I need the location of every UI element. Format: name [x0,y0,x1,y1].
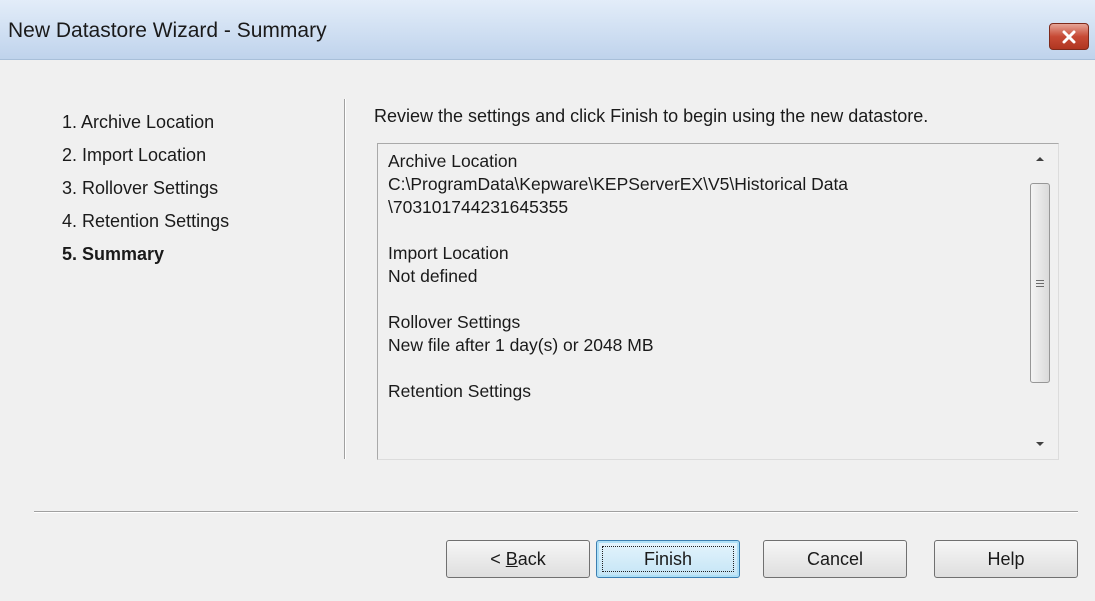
archive-location-path-line1: C:\ProgramData\Kepware\KEPServerEX\V5\Hi… [388,174,849,194]
instruction-text: Review the settings and click Finish to … [374,106,929,126]
summary-content: Archive Location C:\ProgramData\Kepware\… [388,150,848,403]
step-retention-settings: 4. Retention Settings [62,211,230,231]
rollover-settings-heading: Rollover Settings [388,312,521,332]
step-archive-location: 1. Archive Location [62,112,215,132]
import-location-value: Not defined [388,266,478,286]
help-label: Help [987,548,1025,569]
back-button[interactable]: < Back [446,540,590,578]
step-summary: 5. Summary [62,244,165,264]
summary-text-box[interactable]: Archive Location C:\ProgramData\Kepware\… [377,143,1059,460]
back-label-rest: ack [517,548,546,569]
window-title: New Datastore Wizard - Summary [8,19,327,42]
arrow-down-icon [1036,442,1044,446]
scroll-up-button[interactable] [1022,144,1058,174]
vertical-scrollbar[interactable] [1022,144,1058,459]
archive-location-path-line2: \703101744231645355 [388,197,569,217]
back-label-prefix: < [490,548,506,569]
back-label-mnemonic: B [505,548,518,569]
arrow-up-icon [1036,157,1044,161]
archive-location-heading: Archive Location [388,151,518,171]
finish-button[interactable]: Finish [596,540,740,578]
help-button[interactable]: Help [934,540,1078,578]
close-icon [1062,30,1076,43]
rollover-settings-value: New file after 1 day(s) or 2048 MB [388,335,654,355]
horizontal-divider [34,511,1078,513]
scroll-down-button[interactable] [1022,429,1058,459]
cancel-button[interactable]: Cancel [763,540,907,578]
grip-icon [1036,279,1044,287]
step-rollover-settings: 3. Rollover Settings [62,178,219,198]
cancel-label: Cancel [806,548,864,569]
step-import-location: 2. Import Location [62,145,207,165]
retention-settings-heading: Retention Settings [388,381,532,401]
focus-ring [602,546,734,572]
wizard-dialog: New Datastore Wizard - Summary 1. Archiv… [0,0,1095,601]
title-bar: New Datastore Wizard - Summary [0,0,1095,60]
vertical-divider [344,99,346,459]
close-button[interactable] [1049,23,1089,50]
scroll-thumb[interactable] [1030,183,1050,383]
import-location-heading: Import Location [388,243,509,263]
